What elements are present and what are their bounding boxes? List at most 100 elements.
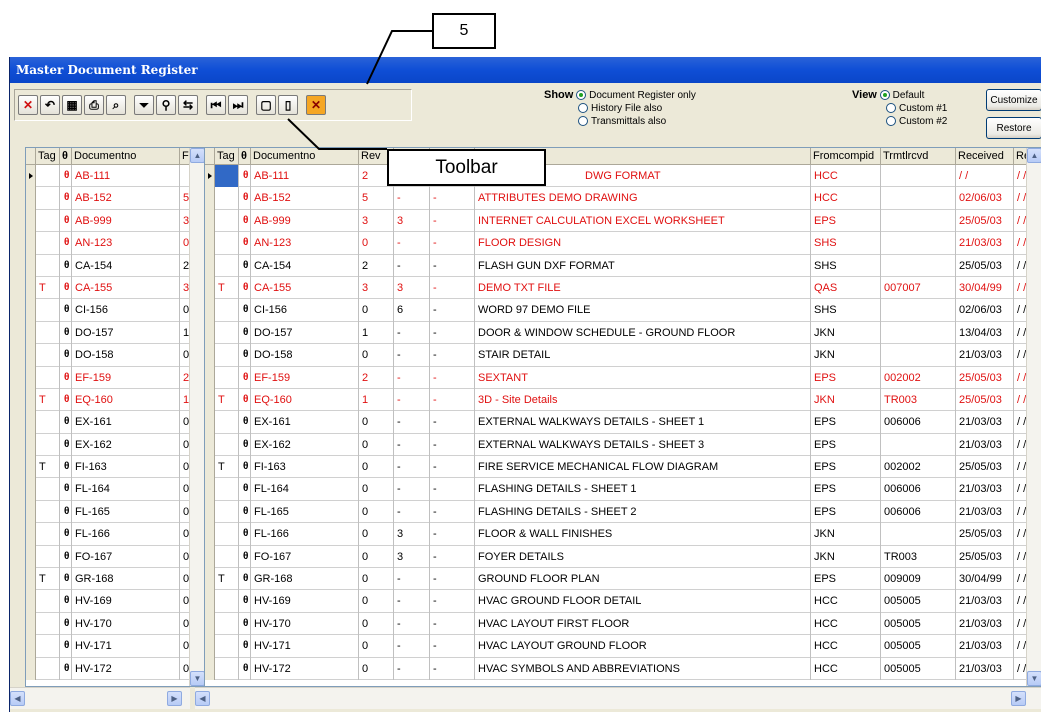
column5-cell[interactable]: - xyxy=(394,478,430,501)
trmtlrcvd-cell[interactable] xyxy=(881,344,956,367)
paperclip-icon[interactable]: θ xyxy=(239,388,251,412)
documentno-cell[interactable]: FL-166 xyxy=(251,523,359,546)
paperclip-icon[interactable]: θ xyxy=(60,411,72,434)
column6-cell[interactable]: - xyxy=(430,187,475,210)
paperclip-icon[interactable]: θ xyxy=(60,299,72,322)
tag-cell[interactable] xyxy=(215,612,239,636)
tag-cell[interactable]: T xyxy=(215,456,239,479)
documentno-cell[interactable]: AB-999 xyxy=(72,209,180,233)
received-cell[interactable]: 30/04/99 xyxy=(956,276,1014,300)
scroll-up-icon[interactable]: ▲ xyxy=(1027,148,1041,163)
left-document-grid[interactable]: Tag θ Documentno F θ AB-111 θ AB-152 5 θ AB-99… xyxy=(25,147,205,687)
left-header-tag[interactable]: Tag xyxy=(36,148,60,165)
column5-cell[interactable]: 3 xyxy=(394,276,430,300)
title-cell[interactable]: ATTRIBUTES DEMO DRAWING xyxy=(475,187,811,210)
documentno-cell[interactable]: CA-154 xyxy=(72,254,180,277)
tag-cell[interactable]: T xyxy=(36,568,60,591)
received-cell[interactable]: 21/03/03 xyxy=(956,232,1014,255)
documentno-cell[interactable]: FL-164 xyxy=(251,478,359,501)
documentno-cell[interactable]: AB-152 xyxy=(72,187,180,210)
tag-cell[interactable] xyxy=(36,165,60,188)
first-record-icon[interactable]: ⏮ xyxy=(206,95,226,115)
paperclip-icon[interactable]: θ xyxy=(239,276,251,300)
documentno-cell[interactable]: EQ-160 xyxy=(251,388,359,412)
row-indicator[interactable] xyxy=(26,635,36,658)
table-row[interactable]: θ FL-166 0 3- FLOOR & WALL FINISHES JKN 25/05/… xyxy=(205,523,1041,546)
fromcompid-cell[interactable]: SHS xyxy=(811,299,881,322)
paperclip-icon[interactable]: θ xyxy=(60,344,72,367)
title-cell[interactable]: HVAC GROUND FLOOR DETAIL xyxy=(475,590,811,613)
fromcompid-cell[interactable]: EPS xyxy=(811,568,881,591)
paperclip-icon[interactable]: θ xyxy=(239,232,251,255)
table-row[interactable]: θ FL-164 0 xyxy=(26,478,204,501)
trmtlrcvd-cell[interactable]: 006006 xyxy=(881,500,956,524)
fromcompid-cell[interactable]: EPS xyxy=(811,209,881,233)
trmtlrcvd-cell[interactable]: TR003 xyxy=(881,545,956,569)
rev-cell[interactable]: 0 xyxy=(359,433,394,457)
documentno-cell[interactable]: EX-162 xyxy=(251,433,359,457)
paperclip-icon[interactable]: θ xyxy=(60,568,72,591)
tag-cell[interactable]: T xyxy=(215,276,239,300)
show-option-register[interactable]: Document Register only xyxy=(589,90,696,101)
row-indicator[interactable] xyxy=(26,321,36,345)
documentno-cell[interactable]: GR-168 xyxy=(251,568,359,591)
table-row[interactable]: θ DO-158 0- - STAIR DETAIL JKN 21/03/03/ / xyxy=(205,344,1041,367)
column5-cell[interactable]: - xyxy=(394,657,430,680)
documentno-cell[interactable]: FL-166 xyxy=(72,523,180,546)
title-cell[interactable]: FLASH GUN DXF FORMAT xyxy=(475,254,811,277)
table-row[interactable]: θ EX-162 0- - EXTERNAL WALKWAYS DETAILS - SH… xyxy=(205,433,1041,457)
received-cell[interactable]: 25/05/03 xyxy=(956,456,1014,479)
documentno-cell[interactable]: AN-123 xyxy=(251,232,359,255)
rev-cell[interactable]: 0 xyxy=(359,568,394,591)
table-row[interactable]: θ EF-159 2 xyxy=(26,366,204,389)
received-cell[interactable]: 21/03/03 xyxy=(956,612,1014,636)
received-cell[interactable]: 25/05/03 xyxy=(956,545,1014,569)
table-row[interactable]: θ DO-157 1- - DOOR & WINDOW SCHEDULE - GROUN… xyxy=(205,321,1041,345)
new-page-icon[interactable]: ▯ xyxy=(278,95,298,115)
row-indicator[interactable] xyxy=(26,299,36,322)
right-document-grid[interactable]: Tag θ Documentno Rev Fromcompid Trmtlrcv… xyxy=(204,147,1041,687)
row-indicator[interactable] xyxy=(26,456,36,479)
row-indicator[interactable] xyxy=(205,299,215,322)
preview-icon[interactable]: ⌕ xyxy=(106,95,126,115)
fromcompid-cell[interactable]: SHS xyxy=(811,254,881,277)
column6-cell[interactable]: - xyxy=(430,209,475,233)
table-row[interactable]: θ FL-166 0 xyxy=(26,523,204,546)
received-cell[interactable]: 21/03/03 xyxy=(956,635,1014,658)
paperclip-icon[interactable]: θ xyxy=(60,388,72,412)
documentno-cell[interactable]: AB-999 xyxy=(251,209,359,233)
paperclip-icon[interactable]: θ xyxy=(60,500,72,524)
table-row[interactable]: θ FL-165 0- - FLASHING DETAILS - SHEET 2 EPS 0… xyxy=(205,500,1041,524)
documentno-cell[interactable]: HV-169 xyxy=(72,590,180,613)
row-indicator[interactable] xyxy=(26,276,36,300)
row-indicator[interactable] xyxy=(205,612,215,636)
table-row[interactable]: Tθ CA-155 3 xyxy=(26,276,204,300)
tag-cell[interactable] xyxy=(36,478,60,501)
customize-button[interactable]: Customize xyxy=(986,89,1041,111)
column5-cell[interactable]: - xyxy=(394,411,430,434)
title-cell[interactable]: SEXTANT xyxy=(475,366,811,389)
documentno-cell[interactable]: HV-170 xyxy=(72,612,180,636)
paperclip-icon[interactable]: θ xyxy=(60,254,72,277)
table-row[interactable]: θ AB-111 xyxy=(26,165,204,188)
received-cell[interactable]: 25/05/03 xyxy=(956,209,1014,233)
row-indicator[interactable] xyxy=(26,411,36,434)
view-option-custom1[interactable]: Custom #1 xyxy=(899,103,947,114)
trmtlrcvd-cell[interactable] xyxy=(881,433,956,457)
tag-cell[interactable] xyxy=(215,187,239,210)
title-cell[interactable]: FLOOR DESIGN xyxy=(475,232,811,255)
column6-cell[interactable]: - xyxy=(430,299,475,322)
column5-cell[interactable]: - xyxy=(394,321,430,345)
documentno-cell[interactable]: AN-123 xyxy=(72,232,180,255)
paperclip-icon[interactable]: θ xyxy=(60,590,72,613)
column5-cell[interactable]: - xyxy=(394,456,430,479)
paperclip-icon[interactable]: θ xyxy=(239,366,251,389)
rev-cell[interactable]: 0 xyxy=(359,411,394,434)
paperclip-icon[interactable]: θ xyxy=(239,657,251,680)
find-icon[interactable]: ⚲ xyxy=(156,95,176,115)
received-cell[interactable]: 25/05/03 xyxy=(956,366,1014,389)
rev-cell[interactable]: 0 xyxy=(359,478,394,501)
column6-cell[interactable]: - xyxy=(430,500,475,524)
table-row[interactable]: θ AN-123 0 xyxy=(26,232,204,255)
tag-cell[interactable] xyxy=(36,254,60,277)
